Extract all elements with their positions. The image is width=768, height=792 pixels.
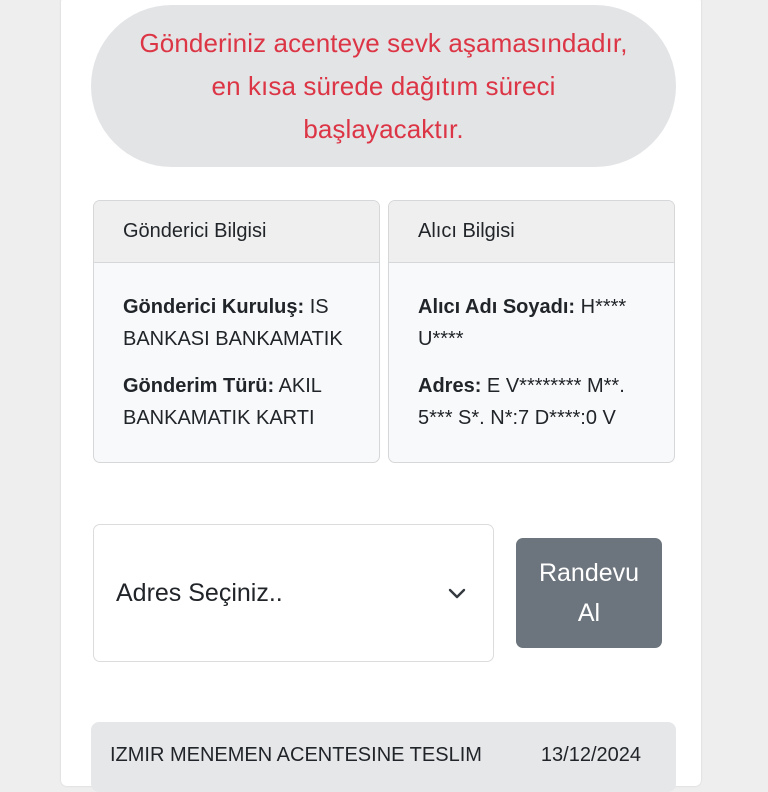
sender-info-card: Gönderici Bilgisi Gönderici Kuruluş: IS …: [93, 200, 380, 463]
shipment-type: Gönderim Türü: AKIL BANKAMATIK KARTI: [123, 370, 359, 434]
sender-card-body: Gönderici Kuruluş: IS BANKASI BANKAMATIK…: [94, 263, 379, 434]
shipment-type-label: Gönderim Türü:: [123, 375, 275, 397]
status-message-line: Gönderiniz acenteye sevk aşamasındadır,: [139, 27, 628, 58]
receiver-name: Alıcı Adı Soyadı: H**** U****: [418, 291, 654, 355]
receiver-name-label: Alıcı Adı Soyadı:: [418, 296, 576, 318]
receiver-address: Adres: E V******** M**. 5*** S*. N*:7 D*…: [418, 370, 654, 434]
chevron-down-icon: [445, 581, 469, 605]
history-event: IZMIR MENEMEN ACENTESINE TESLIM: [110, 744, 482, 766]
receiver-info-card: Alıcı Bilgisi Alıcı Adı Soyadı: H**** U*…: [388, 200, 675, 463]
appointment-button[interactable]: Randevu Al: [516, 538, 662, 648]
receiver-card-title: Alıcı Bilgisi: [389, 201, 674, 263]
sender-card-title: Gönderici Bilgisi: [94, 201, 379, 263]
status-message: Gönderiniz acenteye sevk aşamasındadır, …: [139, 22, 627, 151]
address-select[interactable]: Adres Seçiniz..: [93, 524, 494, 662]
sender-institution-label: Gönderici Kuruluş:: [123, 296, 305, 318]
status-message-line: başlayacaktır.: [303, 113, 464, 144]
sender-institution: Gönderici Kuruluş: IS BANKASI BANKAMATIK: [123, 291, 359, 355]
history-date: 13/12/2024: [540, 744, 641, 766]
history-row: IZMIR MENEMEN ACENTESINE TESLIM 13/12/20…: [91, 722, 676, 792]
address-select-value: Adres Seçiniz..: [116, 578, 283, 607]
receiver-address-label: Adres:: [418, 375, 482, 397]
status-message-line: en kısa sürede dağıtım süreci: [211, 70, 556, 101]
receiver-card-body: Alıcı Adı Soyadı: H**** U**** Adres: E V…: [389, 263, 674, 434]
status-banner: Gönderiniz acenteye sevk aşamasındadır, …: [91, 5, 676, 167]
